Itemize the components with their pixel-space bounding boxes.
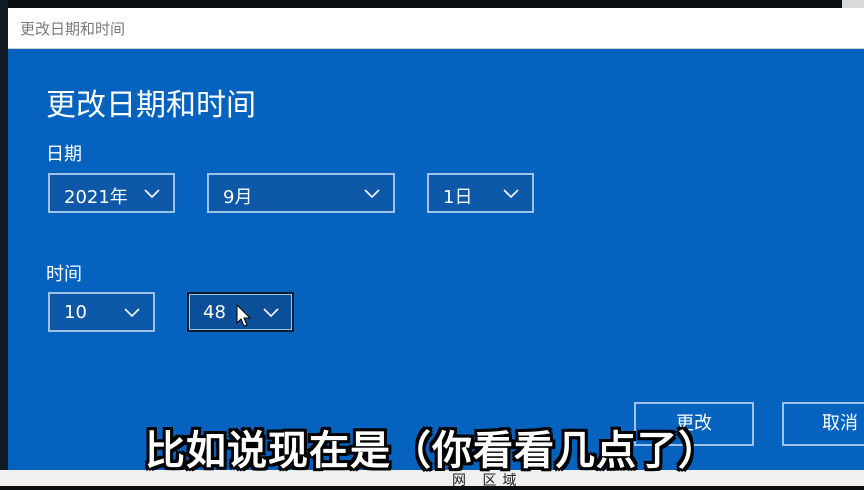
month-dropdown[interactable]: 9月 (207, 173, 395, 213)
hour-value: 10 (64, 302, 87, 323)
chevron-down-icon (503, 189, 519, 199)
chevron-down-icon (144, 189, 160, 199)
mouse-pointer-icon (236, 304, 252, 327)
time-label: 时间 (46, 264, 82, 285)
window-title: 更改日期和时间 (20, 20, 126, 38)
date-label: 日期 (46, 144, 82, 165)
month-value: 9月 (223, 187, 253, 208)
title-bar[interactable]: 更改日期和时间 (8, 8, 864, 49)
minute-value: 48 (203, 302, 226, 323)
dialog-heading: 更改日期和时间 (46, 88, 256, 123)
video-subtitle: 比如说现在是（你看看几点了） (145, 428, 719, 474)
day-dropdown[interactable]: 1日 (427, 173, 534, 213)
change-datetime-dialog: 更改日期和时间 更改日期和时间 日期 2021年 9月 1日 时间 10 48 … (8, 8, 864, 470)
hour-dropdown[interactable]: 10 (48, 292, 155, 332)
year-dropdown[interactable]: 2021年 (48, 173, 175, 213)
chevron-down-icon (263, 308, 279, 318)
chevron-down-icon (124, 308, 140, 318)
day-value: 1日 (443, 187, 473, 208)
chevron-down-icon (364, 189, 380, 199)
desktop-left-edge (0, 0, 8, 486)
year-value: 2021年 (64, 187, 128, 208)
